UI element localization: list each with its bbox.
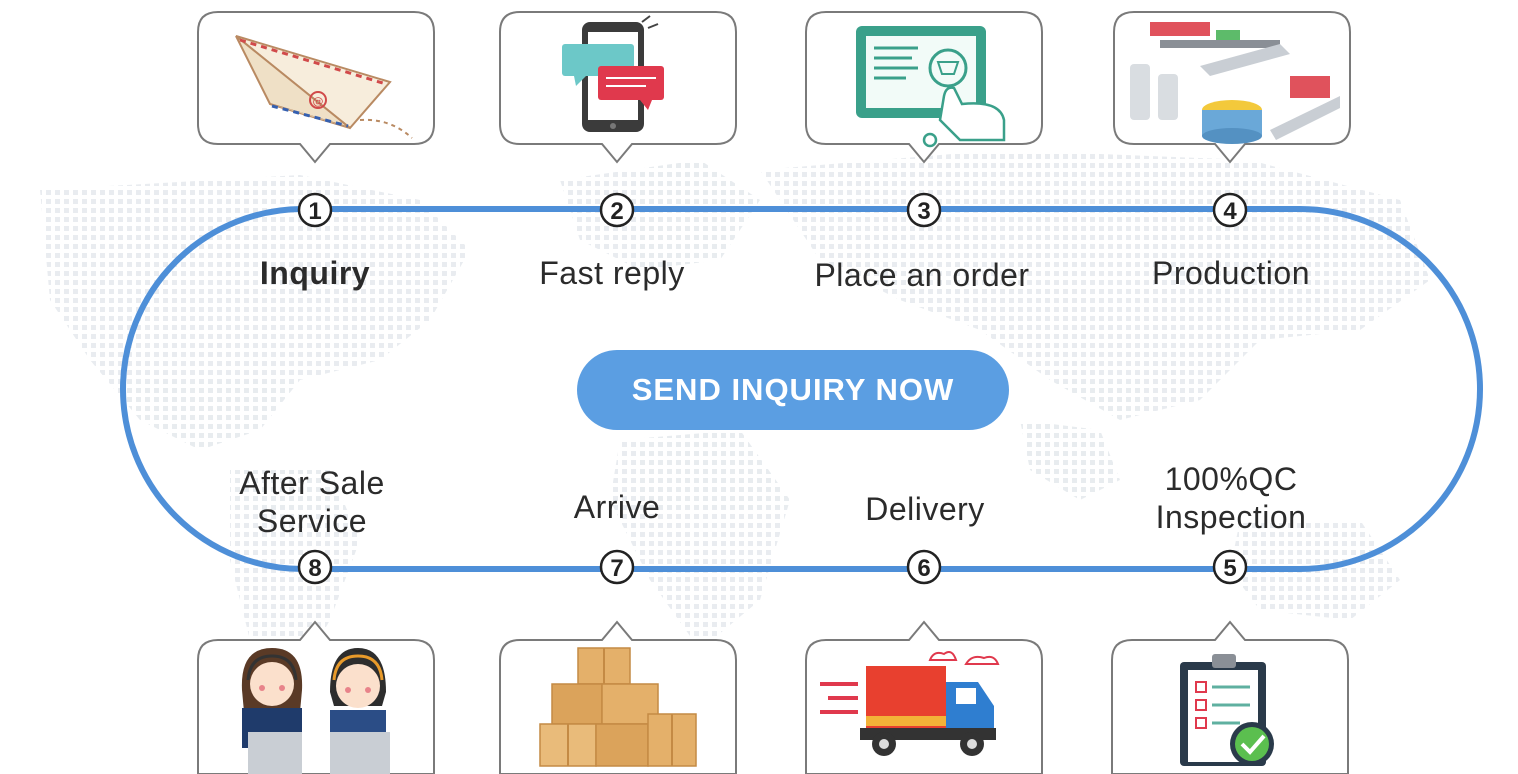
step-marker-3: 3 xyxy=(906,192,942,228)
step-label-5: 100%QC Inspection xyxy=(1081,460,1381,536)
step-label-7: Arrive xyxy=(573,489,661,525)
bubble-step-1: @ xyxy=(197,11,435,164)
step-marker-7: 7 xyxy=(599,549,635,585)
bubble-step-6 xyxy=(805,620,1043,774)
bubble-step-5 xyxy=(1111,620,1349,774)
step-marker-8: 8 xyxy=(297,549,333,585)
checklist-clipboard-icon xyxy=(1180,654,1274,766)
bubble-step-3 xyxy=(805,11,1043,164)
step-marker-2: 2 xyxy=(599,192,635,228)
step-label-8-line-1: After Sale xyxy=(239,465,385,501)
step-label-5-line-2: Inspection xyxy=(1155,499,1307,535)
bubble-step-7 xyxy=(499,620,737,774)
step-label-6: Delivery xyxy=(865,491,985,527)
step-label-5-line-1: 100%QC xyxy=(1164,461,1298,497)
step-number-5: 5 xyxy=(1223,555,1236,582)
step-label-8: After Sale Service xyxy=(162,464,462,540)
step-marker-6: 6 xyxy=(906,549,942,585)
step-label-3: Place an order xyxy=(814,257,1030,293)
step-number-6: 6 xyxy=(917,555,930,582)
step-number-2: 2 xyxy=(610,198,623,225)
step-marker-5: 5 xyxy=(1212,549,1248,585)
bubble-step-4 xyxy=(1113,11,1351,164)
step-label-1: Inquiry xyxy=(259,255,371,291)
bubble-step-2 xyxy=(499,11,737,164)
svg-text:@: @ xyxy=(313,95,324,108)
bubble-step-8 xyxy=(197,620,435,774)
process-diagram: 1 2 3 4 5 6 7 8 @ Inquiry Fast reply Pla… xyxy=(0,0,1518,774)
step-label-2: Fast reply xyxy=(539,255,685,291)
step-label-8-line-2: Service xyxy=(256,503,368,539)
step-number-8: 8 xyxy=(308,555,321,582)
step-label-4: Production xyxy=(1152,255,1310,291)
send-inquiry-button[interactable]: SEND INQUIRY NOW xyxy=(577,350,1009,430)
step-marker-4: 4 xyxy=(1212,192,1248,228)
step-number-4: 4 xyxy=(1223,198,1237,225)
step-number-1: 1 xyxy=(308,198,321,225)
step-number-7: 7 xyxy=(610,555,623,582)
step-number-3: 3 xyxy=(917,198,930,225)
step-marker-1: 1 xyxy=(297,192,333,228)
